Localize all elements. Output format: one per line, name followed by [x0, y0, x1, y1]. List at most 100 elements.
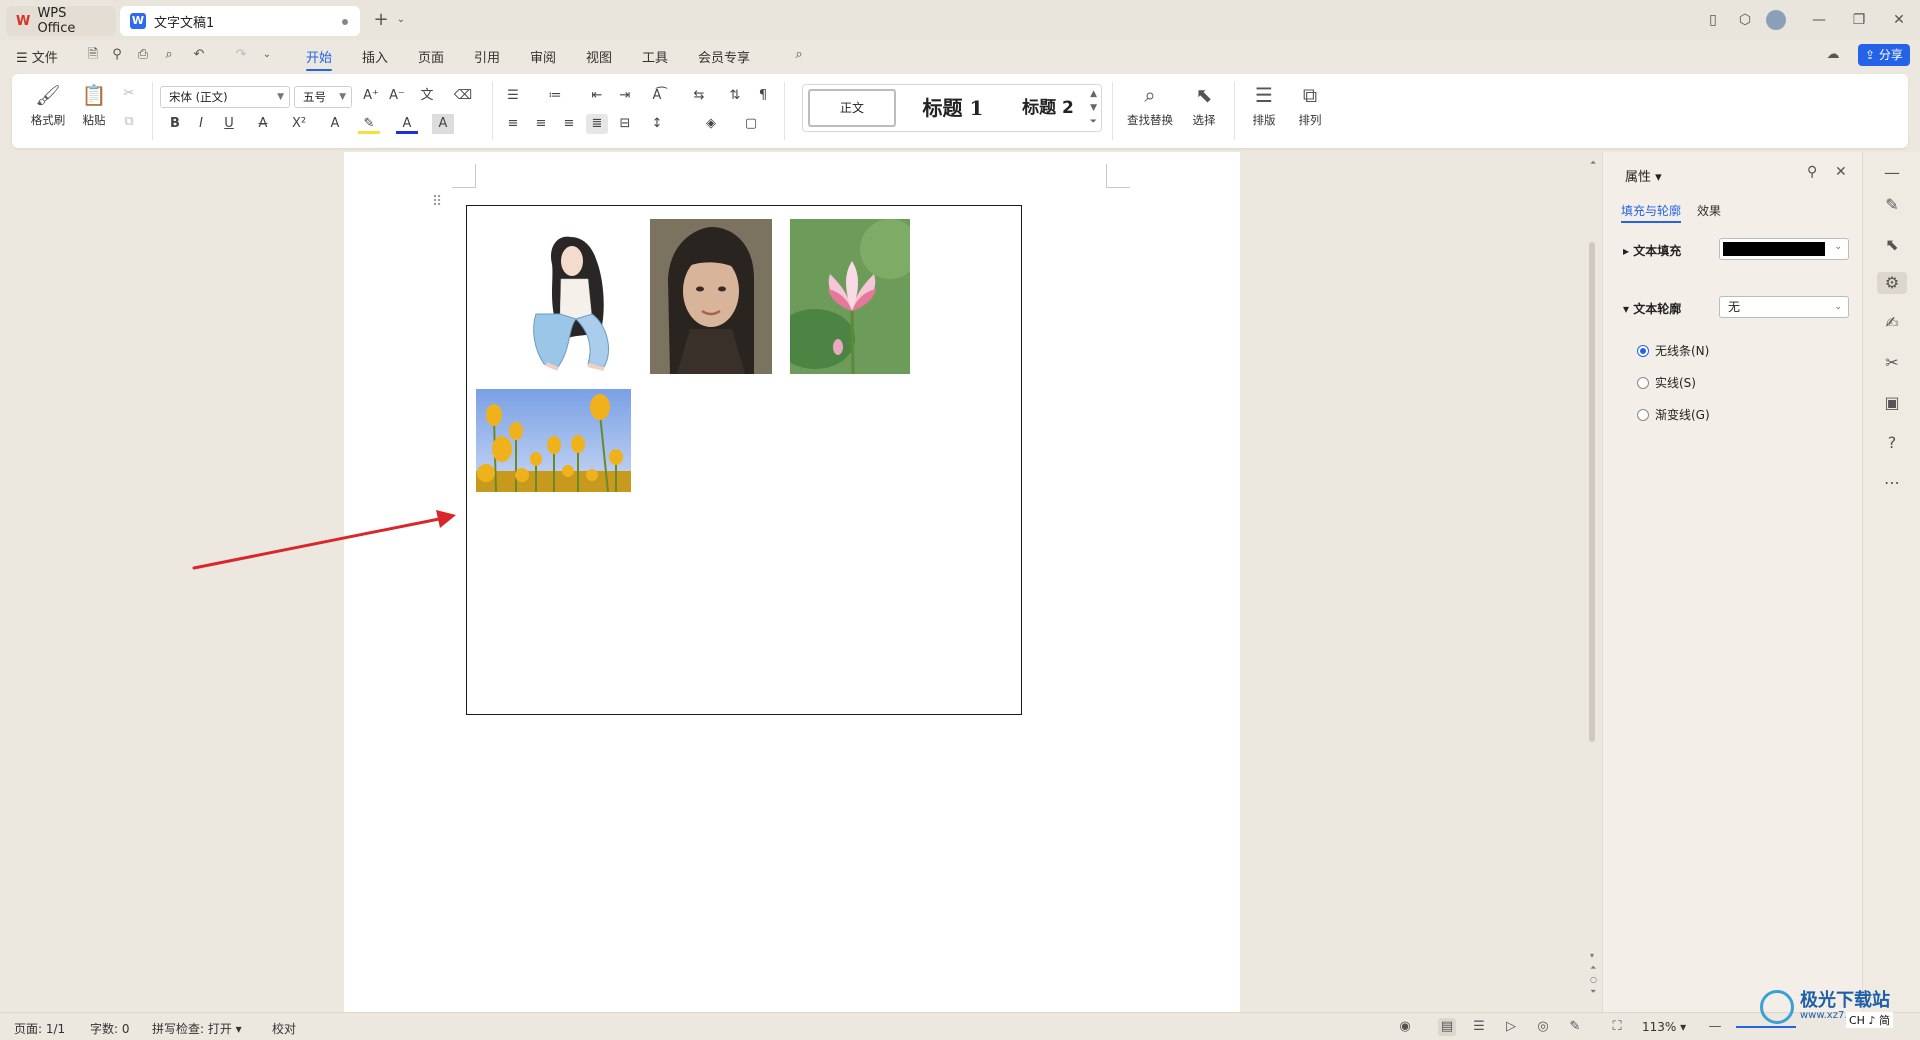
outline-view-icon[interactable]: ☰	[1470, 1018, 1488, 1036]
collapse-icon[interactable]: —	[1881, 162, 1903, 184]
properties-sliders-icon[interactable]: ⚙	[1877, 272, 1907, 294]
image-portrait[interactable]	[650, 219, 772, 374]
style-heading-2[interactable]: 标题 2	[1003, 89, 1093, 127]
text-fill-section[interactable]: ▸ 文本填充	[1623, 242, 1681, 259]
distribute-icon[interactable]: ⊟	[614, 114, 636, 134]
select-cursor-icon[interactable]: ⬉	[1881, 234, 1903, 256]
select-button[interactable]: ⬉ 选择	[1182, 80, 1226, 142]
text-outline-select[interactable]: 无 ⌄	[1719, 296, 1849, 318]
tab-list-chevron-icon[interactable]: ⌄	[390, 9, 412, 31]
edit-pen-icon[interactable]: ✎	[1881, 194, 1903, 216]
page-count[interactable]: 页面: 1/1	[14, 1020, 65, 1037]
image-illustrated-girl[interactable]	[476, 219, 666, 374]
write-mode-icon[interactable]: ✎	[1566, 1018, 1584, 1036]
character-shading-icon[interactable]: A	[432, 114, 454, 134]
play-icon[interactable]: ▷	[1502, 1018, 1520, 1036]
save-icon[interactable]: 🗎	[84, 45, 102, 65]
shading-icon[interactable]: ◈	[700, 114, 722, 134]
tab-wps-home[interactable]: W WPS Office	[6, 6, 116, 36]
tab-effects[interactable]: 效果	[1697, 202, 1721, 219]
clear-format-icon[interactable]: ⌫	[452, 86, 474, 106]
highlight-icon[interactable]: ✎	[358, 114, 380, 134]
scroll-top-icon[interactable]: ⏶	[1590, 158, 1596, 168]
tab-view[interactable]: 视图	[586, 47, 612, 66]
zoom-out-icon[interactable]: —	[1706, 1018, 1724, 1036]
decrease-font-icon[interactable]: A⁻	[386, 86, 408, 106]
align-left-icon[interactable]: ≡	[502, 114, 524, 134]
numbered-list-icon[interactable]: ≔	[544, 86, 566, 106]
superscript-icon[interactable]: X²	[288, 114, 310, 134]
text-effect-icon[interactable]: A	[324, 114, 346, 134]
arrange-button[interactable]: ⧉ 排列	[1288, 80, 1332, 142]
scrollbar-thumb[interactable]	[1589, 242, 1595, 742]
text-direction-icon[interactable]: ⇆	[688, 86, 710, 106]
outline-option-gradient[interactable]: 渐变线(G)	[1637, 406, 1710, 423]
cut-icon[interactable]: ✂	[118, 84, 140, 104]
border-icon[interactable]: ▢	[740, 114, 762, 134]
increase-font-icon[interactable]: A⁺	[360, 86, 382, 106]
align-center-icon[interactable]: ≡	[530, 114, 552, 134]
reader-icon[interactable]: ▣	[1881, 392, 1903, 414]
underline-icon[interactable]: U	[218, 114, 240, 134]
styles-more-icon[interactable]: ⏷	[1090, 117, 1097, 127]
show-marks-icon[interactable]: ¶	[752, 86, 774, 106]
help-icon[interactable]: ?	[1881, 432, 1903, 454]
outline-option-solid[interactable]: 实线(S)	[1637, 374, 1696, 391]
tab-member[interactable]: 会员专享	[698, 47, 750, 66]
word-count[interactable]: 字数: 0	[90, 1020, 130, 1037]
image-table[interactable]	[466, 205, 1022, 715]
more-icon[interactable]: ⋯	[1881, 472, 1903, 494]
undo-icon[interactable]: ↶	[190, 45, 208, 65]
quick-access-more-icon[interactable]: ⌄	[258, 45, 276, 65]
copy-icon[interactable]: ⧉	[118, 112, 140, 132]
outline-option-none[interactable]: 无线条(N)	[1637, 342, 1709, 359]
tab-document[interactable]: W 文字文稿1	[120, 6, 360, 36]
sort-icon[interactable]: ⇅	[724, 86, 746, 106]
zoom-level[interactable]: 113% ▾	[1642, 1020, 1686, 1034]
tools-icon[interactable]: ✂	[1881, 352, 1903, 374]
format-painter-button[interactable]: 🖌 格式刷	[26, 80, 70, 142]
style-normal[interactable]: 正文	[808, 89, 896, 127]
tab-insert[interactable]: 插入	[362, 47, 388, 66]
pin-icon[interactable]: ⚲	[1807, 164, 1817, 180]
decrease-indent-icon[interactable]: ⇤	[586, 86, 608, 106]
file-menu[interactable]: ☰ 文件	[16, 47, 58, 66]
italic-icon[interactable]: I	[190, 114, 212, 134]
layout-icon[interactable]: ▯	[1702, 9, 1724, 31]
image-lotus[interactable]	[790, 219, 910, 374]
tab-page[interactable]: 页面	[418, 47, 444, 66]
vertical-scrollbar[interactable]: ⏶ ▾ ⏶ ○ ⏷	[1582, 152, 1602, 1012]
line-spacing-icon[interactable]: ↕	[646, 114, 668, 134]
cloud-icon[interactable]: ☁	[1824, 45, 1842, 65]
strikethrough-icon[interactable]: A	[252, 114, 274, 134]
tab-fill-outline[interactable]: 填充与轮廓	[1621, 202, 1682, 223]
cube-icon[interactable]: ⬡	[1734, 9, 1756, 31]
increase-indent-icon[interactable]: ⇥	[614, 86, 636, 106]
share-button[interactable]: ⇪ 分享	[1858, 44, 1910, 66]
font-family-select[interactable]: 宋体 (正文) ▼	[160, 86, 290, 108]
find-replace-button[interactable]: ⌕ 查找替换	[1120, 80, 1180, 142]
restore-icon[interactable]: ❐	[1848, 9, 1870, 31]
styles-scroll-down-icon[interactable]: ▼	[1090, 103, 1097, 113]
close-panel-icon[interactable]: ✕	[1835, 164, 1847, 180]
panel-title[interactable]: 属性 ▾	[1625, 166, 1662, 185]
style-icon[interactable]: ✍	[1881, 312, 1903, 334]
tab-tools[interactable]: 工具	[642, 47, 668, 66]
style-heading-1[interactable]: 标题 1	[903, 89, 1003, 127]
tab-references[interactable]: 引用	[474, 47, 500, 66]
text-outline-section[interactable]: ▾ 文本轮廓	[1623, 300, 1681, 317]
print-preview-icon[interactable]: ⌕	[160, 45, 178, 65]
close-window-icon[interactable]: ✕	[1888, 9, 1910, 31]
styles-scroll-up-icon[interactable]: ▲	[1090, 89, 1097, 99]
paste-button[interactable]: 📋 粘贴	[72, 80, 116, 142]
bullet-list-icon[interactable]: ☰	[502, 86, 524, 106]
minimize-icon[interactable]: —	[1808, 9, 1830, 31]
spellcheck-status[interactable]: 拼写检查: 打开 ▾	[152, 1020, 242, 1037]
link-icon[interactable]: ⚲	[108, 45, 126, 65]
image-tulips[interactable]	[476, 389, 631, 492]
page-view-icon[interactable]: ▤	[1438, 1018, 1456, 1036]
print-icon[interactable]: ⎙	[134, 45, 152, 65]
avatar[interactable]	[1766, 10, 1786, 30]
unsaved-dot-icon[interactable]	[342, 19, 348, 25]
fit-page-icon[interactable]: ⛶	[1608, 1018, 1626, 1036]
